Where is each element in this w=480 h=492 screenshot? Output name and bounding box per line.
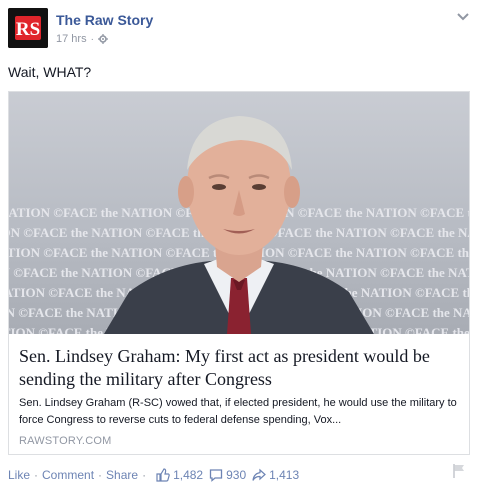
meta-separator: ·	[90, 33, 94, 45]
article-title[interactable]: Sen. Lindsey Graham: My first act as pre…	[19, 345, 459, 391]
article-source: RAWSTORY.COM	[19, 435, 112, 447]
post-status-text: Wait, WHAT?	[8, 64, 92, 80]
article-description: Sen. Lindsey Graham (R-SC) vowed that, i…	[19, 397, 457, 426]
page-avatar[interactable]: RS	[8, 8, 48, 48]
flag-icon[interactable]	[452, 463, 466, 479]
shares-count[interactable]: 1,413	[252, 468, 299, 482]
action-separator: ·	[142, 468, 147, 482]
news-feed-post: RS The Raw Story 17 hrs · Wait, WHAT? NA…	[0, 0, 480, 492]
raw-story-logo-icon: RS	[8, 8, 48, 48]
comment-button[interactable]: Comment	[42, 468, 94, 482]
shares-count-value: 1,413	[269, 468, 300, 482]
likes-count[interactable]: 1,482	[156, 468, 203, 482]
comment-bubble-icon	[209, 469, 223, 482]
link-preview-card[interactable]: NATION ©FACE the NATION ©FACE the NATION…	[8, 91, 470, 455]
share-button[interactable]: Share	[106, 468, 138, 482]
gear-icon[interactable]	[97, 34, 108, 44]
likes-count-value: 1,482	[173, 468, 204, 482]
article-photo[interactable]: NATION ©FACE the NATION ©FACE the NATION…	[9, 92, 469, 334]
post-timestamp[interactable]: 17 hrs	[56, 33, 87, 45]
action-separator: ·	[34, 468, 39, 482]
post-actions-bar: Like · Comment · Share · 1,482 930 1,413	[8, 466, 299, 484]
chevron-down-icon[interactable]	[456, 12, 470, 22]
comments-count[interactable]: 930	[209, 468, 246, 482]
post-meta: 17 hrs ·	[56, 33, 108, 45]
page-name-link[interactable]: The Raw Story	[56, 12, 153, 28]
svg-text:RS: RS	[16, 19, 40, 40]
thumbs-up-icon	[156, 468, 170, 482]
share-arrow-icon	[252, 468, 267, 481]
comments-count-value: 930	[226, 468, 247, 482]
action-separator: ·	[98, 468, 103, 482]
like-button[interactable]: Like	[8, 468, 30, 482]
